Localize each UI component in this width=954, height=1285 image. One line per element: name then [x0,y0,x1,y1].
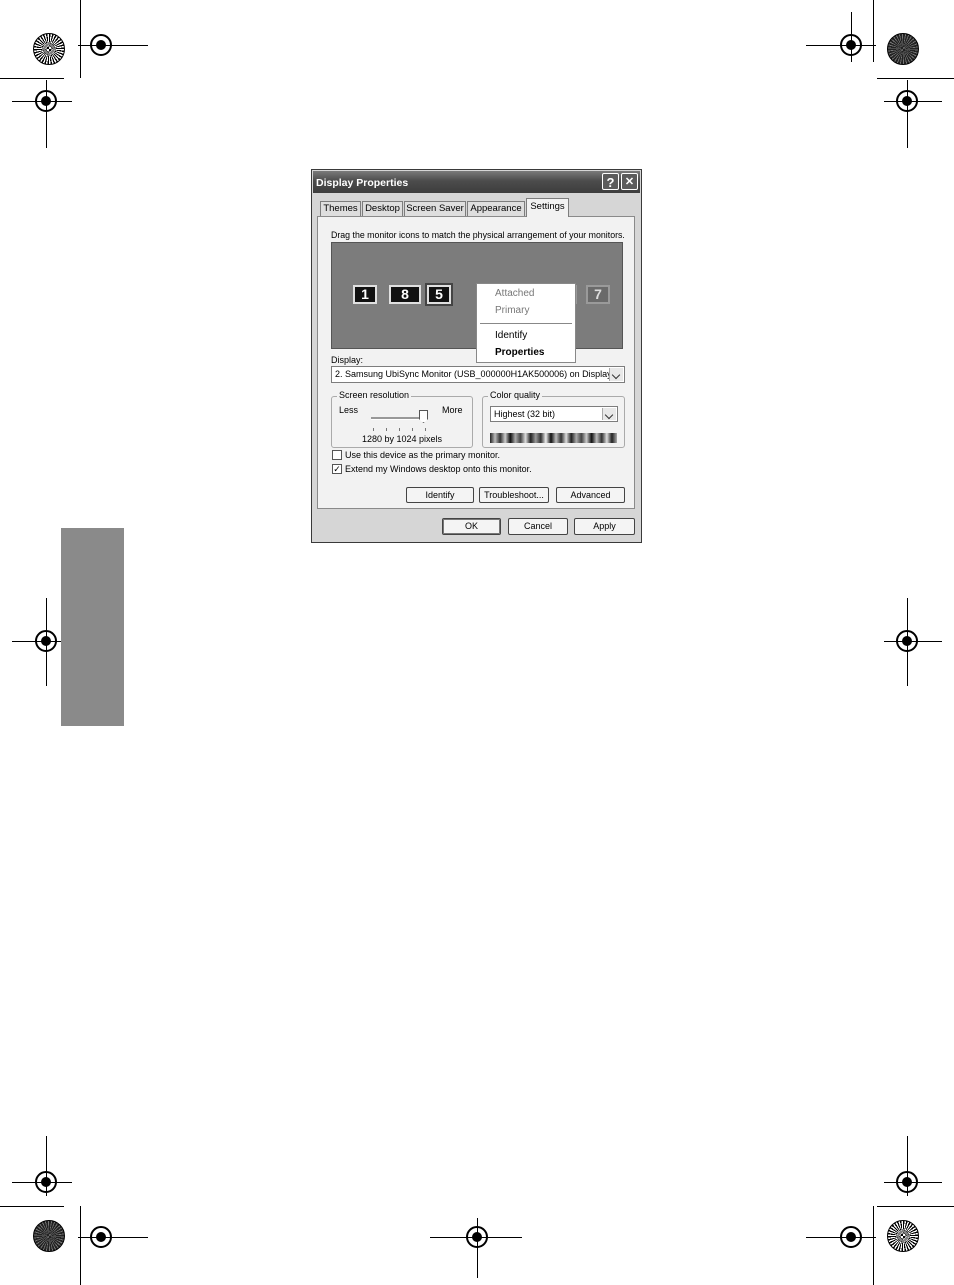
extend-desktop-checkbox[interactable]: ✓ [332,464,342,474]
monitor-icon-8[interactable]: 8 [389,285,421,304]
menu-separator [480,323,572,324]
display-select-value: 2. Samsung UbiSync Monitor (USB_000000H1… [335,369,617,379]
side-thumb-tab [61,528,124,726]
registration-star-top-right [887,33,919,65]
menu-item-primary: Primary [495,305,530,316]
monitor-icon-7[interactable]: 7 [586,285,610,304]
tab-themes[interactable]: Themes [320,201,361,216]
advanced-button[interactable]: Advanced [556,487,625,503]
troubleshoot-button[interactable]: Troubleshoot... [479,487,549,503]
ok-button[interactable]: OK [442,518,501,535]
apply-button[interactable]: Apply [574,518,635,535]
color-quality-select[interactable]: Highest (32 bit) [490,406,618,422]
monitor-icon-1[interactable]: 1 [353,285,377,304]
color-quality-value: Highest (32 bit) [494,409,556,419]
resolution-more-label: More [442,405,463,415]
primary-monitor-checkbox[interactable] [332,450,342,460]
settings-panel: Drag the monitor icons to match the phys… [317,216,635,509]
resolution-less-label: Less [339,405,359,415]
display-label: Display: [331,355,364,365]
chevron-down-icon[interactable] [602,408,616,420]
title-bar[interactable]: Display Properties ? ✕ [313,171,640,193]
menu-item-identify[interactable]: Identify [495,330,527,341]
resolution-slider-thumb[interactable] [419,410,428,423]
registration-star-bottom-left [33,1220,65,1252]
tab-settings[interactable]: Settings [526,198,569,217]
primary-monitor-label[interactable]: Use this device as the primary monitor. [345,450,500,460]
registration-star-bottom-right [887,1220,919,1252]
display-properties-dialog: Display Properties ? ✕ Themes Desktop Sc… [311,169,642,543]
cancel-button[interactable]: Cancel [508,518,568,535]
extend-desktop-label[interactable]: Extend my Windows desktop onto this moni… [345,464,532,474]
close-icon[interactable]: ✕ [621,173,638,190]
instruction-text: Drag the monitor icons to match the phys… [331,230,625,240]
context-menu: Attached Primary Identify Properties [476,283,576,363]
tab-screen-saver[interactable]: Screen Saver [404,201,466,216]
screen-resolution-title: Screen resolution [337,390,412,400]
monitor-arrangement-area[interactable]: 1 8 5 6 7 Attached Primary Identify Prop… [331,242,623,363]
resolution-slider-track[interactable] [371,417,427,420]
display-select[interactable]: 2. Samsung UbiSync Monitor (USB_000000H1… [331,366,625,383]
identify-button[interactable]: Identify [406,487,474,503]
tab-appearance[interactable]: Appearance [467,201,525,216]
tab-desktop[interactable]: Desktop [362,201,403,216]
monitor-icon-5[interactable]: 5 [425,283,453,306]
resolution-value: 1280 by 1024 pixels [362,434,443,444]
color-quality-title: Color quality [488,390,543,400]
help-icon[interactable]: ? [602,173,619,190]
color-quality-group: Color quality Highest (32 bit) [482,390,625,448]
registration-star-top-left [33,33,65,65]
screen-resolution-group: Screen resolution Less More 1280 by 1024… [331,390,473,448]
window-title: Display Properties [316,177,409,189]
menu-item-properties[interactable]: Properties [495,347,544,358]
menu-item-attached: Attached [495,288,535,299]
color-sample-bar [490,433,617,443]
chevron-down-icon[interactable] [609,368,623,381]
